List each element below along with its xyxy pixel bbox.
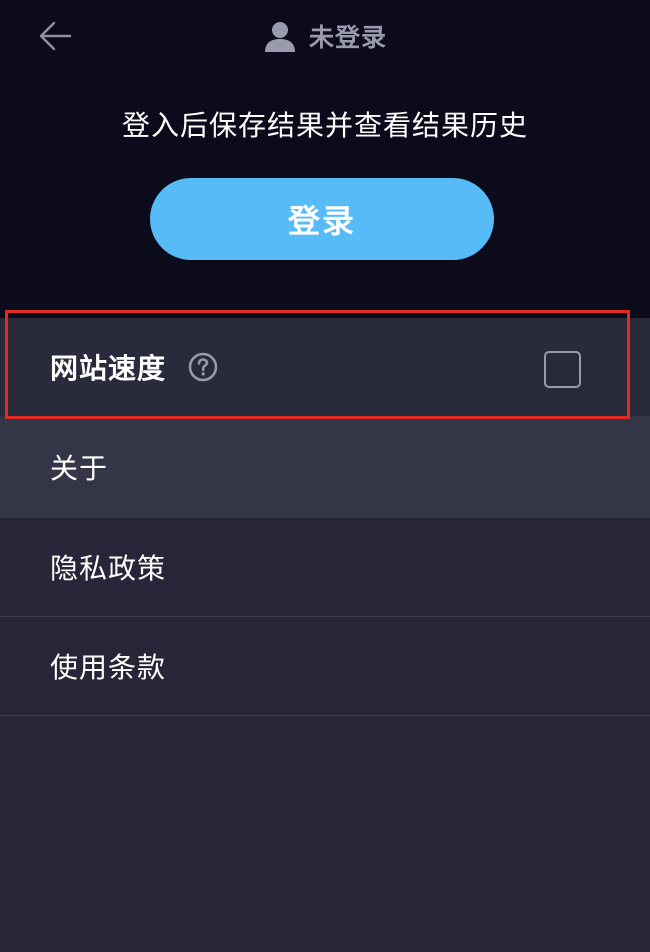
user-status-bar: 未登录 — [0, 14, 650, 58]
user-status-text: 未登录 — [308, 23, 387, 52]
menu-item-label: 关于 — [50, 452, 109, 485]
settings-menu: 网站速度 关于 隐私政策 使用条款 — [0, 318, 650, 716]
website-speed-checkbox[interactable] — [544, 351, 581, 388]
login-prompt-text: 登入后保存结果并查看结果历史 — [121, 109, 528, 142]
menu-item-about[interactable]: 关于 — [0, 416, 650, 518]
menu-item-label: 使用条款 — [50, 651, 167, 684]
login-button[interactable]: 登录 — [150, 178, 494, 260]
menu-item-terms-of-use[interactable]: 使用条款 — [0, 617, 650, 716]
user-icon — [264, 22, 295, 52]
header-area: 未登录 登入后保存结果并查看结果历史 登录 — [0, 0, 650, 318]
menu-item-label: 隐私政策 — [50, 552, 167, 585]
menu-item-privacy-policy[interactable]: 隐私政策 — [0, 518, 650, 617]
menu-item-website-speed[interactable]: 网站速度 — [0, 318, 650, 416]
question-circle-icon[interactable] — [188, 352, 218, 382]
menu-item-label: 网站速度 — [50, 352, 167, 385]
